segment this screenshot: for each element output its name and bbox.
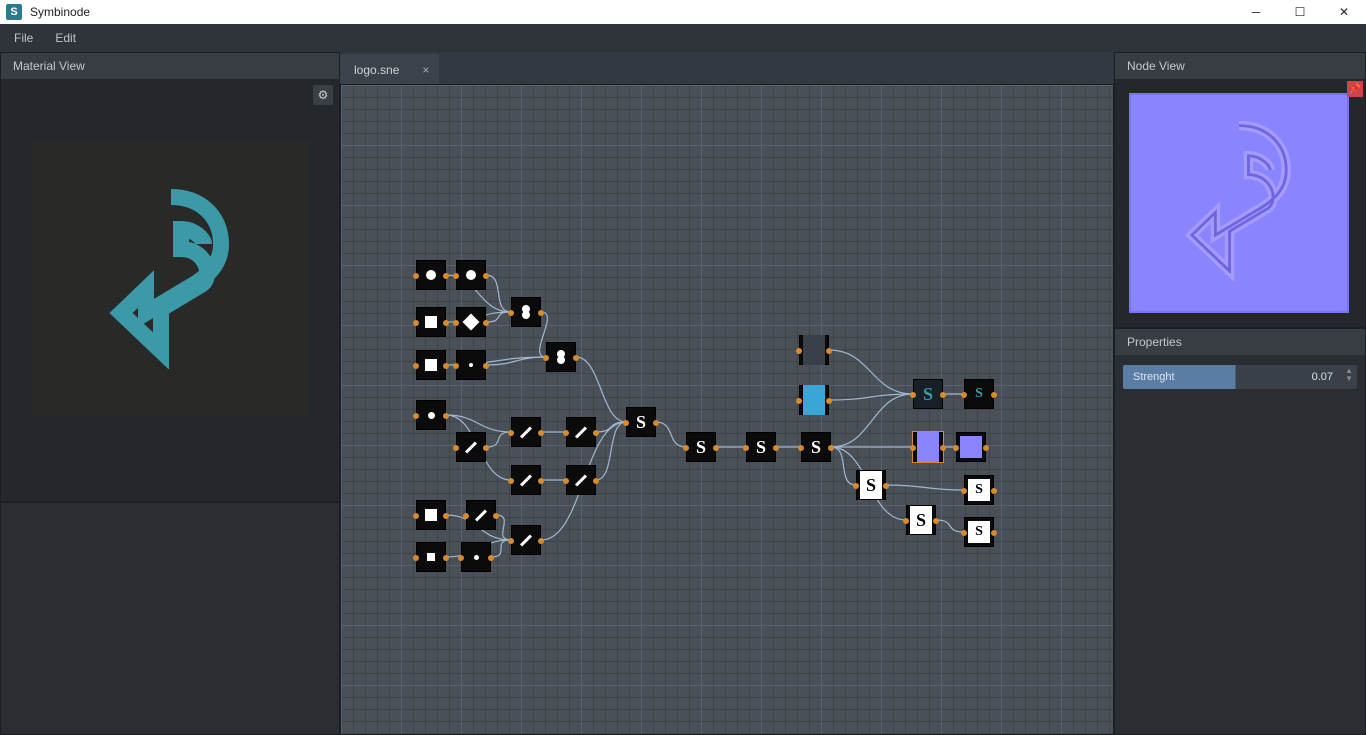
node-preview xyxy=(1129,93,1349,313)
property-label: Strenght xyxy=(1133,371,1175,383)
document-tabstrip: logo.sne × xyxy=(340,52,1114,84)
graph-node[interactable] xyxy=(566,465,596,495)
left-empty-panel xyxy=(0,502,340,735)
property-value: 0.07 xyxy=(1312,371,1347,383)
graph-node[interactable] xyxy=(799,335,829,365)
menu-bar: File Edit xyxy=(0,24,1366,52)
graph-node[interactable]: S xyxy=(913,379,943,409)
normal-map-glyph xyxy=(1174,118,1304,288)
window-maximize-button[interactable]: ☐ xyxy=(1278,0,1322,24)
app-icon: S xyxy=(6,4,22,20)
graph-node[interactable]: S xyxy=(906,505,936,535)
graph-node[interactable]: S xyxy=(801,432,831,462)
window-close-button[interactable]: ✕ xyxy=(1322,0,1366,24)
properties-header: Properties xyxy=(1115,329,1365,355)
graph-node[interactable]: S xyxy=(746,432,776,462)
graph-node[interactable] xyxy=(456,307,486,337)
logo-glyph xyxy=(106,189,236,369)
graph-node[interactable]: S xyxy=(856,470,886,500)
graph-node[interactable] xyxy=(456,260,486,290)
os-titlebar: S Symbinode ─ ☐ ✕ xyxy=(0,0,1366,24)
graph-node[interactable] xyxy=(546,342,576,372)
spinner-icon[interactable]: ▲▼ xyxy=(1345,367,1353,383)
graph-node[interactable] xyxy=(913,432,943,462)
tab-label: logo.sne xyxy=(354,63,399,77)
app-title: Symbinode xyxy=(30,5,90,19)
window-minimize-button[interactable]: ─ xyxy=(1234,0,1278,24)
graph-node[interactable] xyxy=(456,350,486,380)
graph-node[interactable] xyxy=(416,307,446,337)
pin-icon[interactable]: 📌 xyxy=(1347,81,1363,97)
graph-node[interactable] xyxy=(956,432,986,462)
graph-node[interactable]: S xyxy=(964,517,994,547)
graph-node[interactable] xyxy=(416,400,446,430)
node-wires xyxy=(341,85,1113,734)
material-preview xyxy=(33,141,309,417)
graph-node[interactable] xyxy=(799,385,829,415)
graph-node[interactable] xyxy=(511,417,541,447)
gear-icon[interactable]: ⚙ xyxy=(313,85,333,105)
graph-node[interactable] xyxy=(416,500,446,530)
node-graph-canvas[interactable]: SSSSSSSSSS xyxy=(340,84,1114,735)
menu-file[interactable]: File xyxy=(14,31,33,45)
graph-node[interactable] xyxy=(416,350,446,380)
graph-node[interactable] xyxy=(511,525,541,555)
properties-panel: Properties Strenght 0.07 ▲▼ xyxy=(1114,328,1366,735)
tab-logo-sne[interactable]: logo.sne × xyxy=(340,54,439,84)
graph-node[interactable]: S xyxy=(626,407,656,437)
graph-node[interactable] xyxy=(416,542,446,572)
node-view-panel: Node View 📌 xyxy=(1114,52,1366,328)
property-strength[interactable]: Strenght 0.07 ▲▼ xyxy=(1123,365,1357,389)
graph-node[interactable] xyxy=(456,432,486,462)
graph-node[interactable] xyxy=(511,465,541,495)
material-view-header: Material View xyxy=(1,53,339,79)
graph-node[interactable]: S xyxy=(686,432,716,462)
menu-edit[interactable]: Edit xyxy=(55,31,76,45)
graph-node[interactable] xyxy=(461,542,491,572)
close-icon[interactable]: × xyxy=(422,63,429,77)
graph-node[interactable]: S xyxy=(964,475,994,505)
material-view-panel: Material View ⚙ xyxy=(0,52,340,502)
node-view-header: Node View xyxy=(1115,53,1365,79)
graph-node[interactable] xyxy=(466,500,496,530)
graph-node[interactable] xyxy=(416,260,446,290)
graph-node[interactable]: S xyxy=(964,379,994,409)
graph-node[interactable] xyxy=(566,417,596,447)
graph-node[interactable] xyxy=(511,297,541,327)
